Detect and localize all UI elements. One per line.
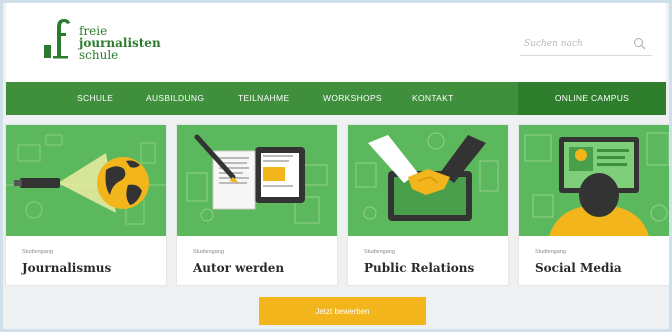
nav-item-schule[interactable]: SCHULE <box>77 93 113 103</box>
site-logo[interactable]: freie journalisten schule <box>44 15 174 71</box>
logo-f-icon <box>44 19 70 59</box>
card-subtitle: Studiengang <box>22 249 53 255</box>
card-illustration <box>6 125 166 236</box>
nav-online-campus: ONLINE CAMPUS <box>518 82 666 115</box>
card-illustration <box>348 125 508 236</box>
apply-now-button[interactable]: Jetzt bewerben <box>259 297 426 325</box>
nav-item-teilnahme[interactable]: TEILNAHME <box>238 93 289 103</box>
book-tablet-pen-icon <box>186 134 328 224</box>
search-box <box>520 33 652 56</box>
flashlight-globe-icon <box>6 134 166 225</box>
online-campus-link[interactable]: ONLINE CAMPUS <box>518 93 666 103</box>
card-subtitle: Studiengang <box>535 249 566 255</box>
course-cards: Studiengang Journalismus Studiengang Aut… <box>6 125 672 285</box>
main-navigation: SCHULE AUSBILDUNG TEILNAHME WORKSHOPS KO… <box>6 82 666 115</box>
card-title: Journalismus <box>22 261 112 275</box>
course-card-journalismus[interactable]: Studiengang Journalismus <box>6 125 166 285</box>
logo-wordmark: freie journalisten schule <box>79 25 161 61</box>
card-subtitle: Studiengang <box>193 249 224 255</box>
nav-item-ausbildung[interactable]: AUSBILDUNG <box>146 93 204 103</box>
card-illustration <box>519 125 672 236</box>
person-screen-icon <box>524 132 670 236</box>
nav-item-kontakt[interactable]: KONTAKT <box>412 93 454 103</box>
nav-item-workshops[interactable]: WORKSHOPS <box>323 93 382 103</box>
course-card-public-relations[interactable]: Studiengang Public Relations <box>348 125 508 285</box>
handshake-icon <box>355 132 499 221</box>
card-title: Social Media <box>535 261 622 275</box>
course-card-autor-werden[interactable]: Studiengang Autor werden <box>177 125 337 285</box>
site-header: freie journalisten schule <box>6 3 666 82</box>
card-title: Public Relations <box>364 261 475 275</box>
search-input[interactable] <box>520 34 624 54</box>
card-subtitle: Studiengang <box>364 249 395 255</box>
card-illustration <box>177 125 337 236</box>
logo-line-3: schule <box>79 48 119 62</box>
search-icon[interactable] <box>633 37 646 50</box>
course-card-social-media[interactable]: Studiengang Social Media <box>519 125 672 285</box>
card-title: Autor werden <box>193 261 285 275</box>
